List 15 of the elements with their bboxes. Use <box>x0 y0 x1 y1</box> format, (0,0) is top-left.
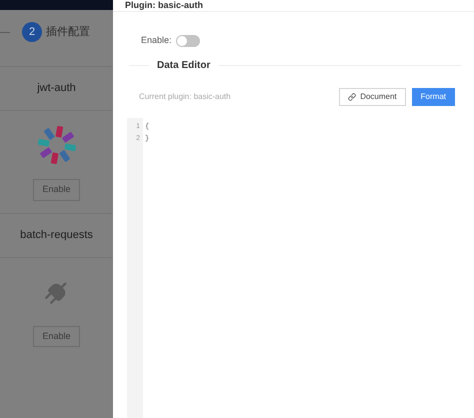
section-title: Data Editor <box>156 58 212 72</box>
step-number: 2 <box>22 22 42 42</box>
step-label: 插件配置 <box>46 24 90 40</box>
format-button[interactable]: Format <box>412 88 455 106</box>
plugin-name: jwt-auth <box>37 81 76 96</box>
enable-toggle[interactable] <box>176 34 200 47</box>
plugin-name: batch-requests <box>20 228 93 243</box>
enable-button[interactable]: Enable <box>33 326 80 347</box>
document-button[interactable]: Document <box>339 88 406 106</box>
current-plugin-text: Current plugin: basic-auth <box>139 90 232 102</box>
enable-button[interactable]: Enable <box>33 179 80 200</box>
asterisk-logo-icon <box>36 125 76 165</box>
drawer-title: Plugin: basic-auth <box>125 1 204 10</box>
enable-label: Enable: <box>141 34 172 47</box>
link-icon <box>348 92 356 100</box>
